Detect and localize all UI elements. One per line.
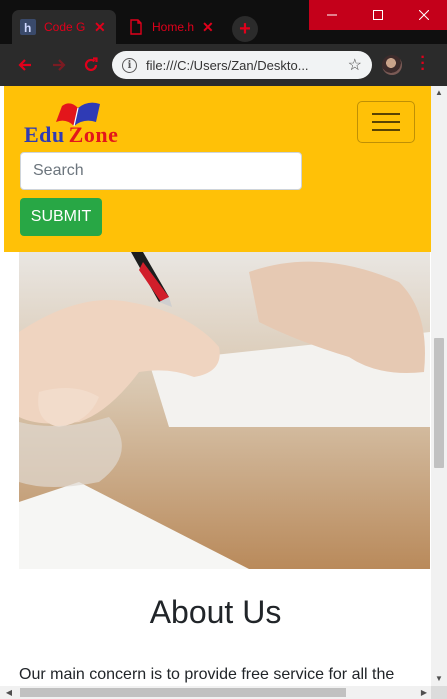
close-tab-icon[interactable]: ✕ xyxy=(94,19,106,36)
about-us-text: Our main concern is to provide free serv… xyxy=(19,666,395,683)
brand-zone-text: Zone xyxy=(68,122,119,147)
scroll-up-icon[interactable]: ▲ xyxy=(431,86,447,100)
hamburger-bar xyxy=(372,113,400,115)
profile-avatar[interactable] xyxy=(382,55,402,75)
more-menu-icon[interactable]: · · · xyxy=(418,50,428,78)
scroll-down-icon[interactable]: ▼ xyxy=(431,672,447,686)
hamburger-bar xyxy=(372,129,400,131)
forward-arrow-icon[interactable] xyxy=(48,54,70,76)
brand-edu-text: Edu xyxy=(24,122,65,147)
scroll-left-icon[interactable]: ◀ xyxy=(2,686,16,699)
scroll-right-icon[interactable]: ▶ xyxy=(417,686,431,699)
reload-icon[interactable] xyxy=(80,54,102,76)
browser-toolbar: i file:///C:/Users/Zan/Deskto... ☆ · · · xyxy=(0,44,447,86)
close-window-button[interactable] xyxy=(401,0,447,30)
vertical-scroll-thumb[interactable] xyxy=(434,338,444,468)
hamburger-menu-button[interactable] xyxy=(357,101,415,143)
submit-button[interactable]: SUBMIT xyxy=(20,198,102,236)
scrollbar-corner xyxy=(431,686,447,699)
tab-title: Code G xyxy=(44,20,86,34)
tab-home[interactable]: Home.h ✕ xyxy=(120,10,224,44)
horizontal-scrollbar[interactable]: ◀ ▶ xyxy=(0,686,431,699)
info-icon[interactable]: i xyxy=(122,57,137,73)
about-us-heading: About Us xyxy=(149,594,282,630)
tab-strip: h Code G ✕ Home.h ✕ + xyxy=(0,0,447,44)
tab-code[interactable]: h Code G ✕ xyxy=(12,10,116,44)
address-bar[interactable]: i file:///C:/Users/Zan/Deskto... ☆ xyxy=(112,51,372,79)
horizontal-scroll-thumb[interactable] xyxy=(20,688,346,697)
star-icon[interactable]: ☆ xyxy=(348,55,362,75)
document-icon xyxy=(128,19,144,35)
edu-zone-logo[interactable]: Edu Zone xyxy=(24,100,156,148)
site-navbar: EduZone SUBMIT xyxy=(4,86,431,252)
close-tab-icon[interactable]: ✕ xyxy=(202,19,214,36)
page-viewport: EduZone SUBMIT xyxy=(0,86,431,686)
search-input[interactable] xyxy=(20,152,302,190)
minimize-button[interactable] xyxy=(309,0,355,30)
vertical-scrollbar[interactable]: ▲ ▼ xyxy=(431,86,447,686)
back-arrow-icon[interactable] xyxy=(14,54,36,76)
hamburger-bar xyxy=(372,121,400,123)
url-text: file:///C:/Users/Zan/Deskto... xyxy=(146,57,309,73)
writing-hands-photo xyxy=(19,252,430,569)
new-tab-button[interactable]: + xyxy=(232,16,258,42)
tab-title: Home.h xyxy=(152,20,195,34)
svg-text:h: h xyxy=(24,21,31,35)
h-logo-icon: h xyxy=(20,19,36,35)
maximize-button[interactable] xyxy=(355,0,401,30)
browser-chrome: h Code G ✕ Home.h ✕ + i file:///C:/Users… xyxy=(0,0,447,86)
